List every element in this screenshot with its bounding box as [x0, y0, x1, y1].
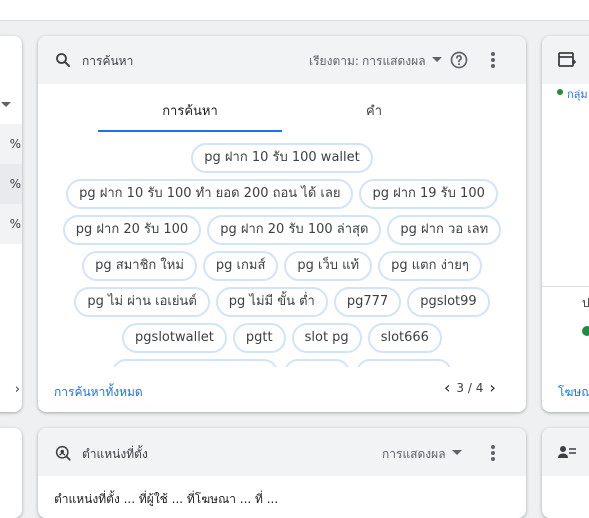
page-indicator: 3 / 4	[456, 381, 484, 395]
tab-words[interactable]: คำ	[282, 94, 466, 132]
table-row[interactable]: %	[0, 164, 22, 204]
active-tab-indicator	[98, 130, 282, 132]
locations-card: ตำแหน่งที่ตั้ง การแสดงผล ตำแหน่งที่ตั้ง …	[38, 428, 526, 518]
row-value: %	[9, 217, 21, 231]
status-dot	[582, 326, 589, 336]
card-text: ป	[582, 296, 589, 310]
location-search-icon	[55, 445, 71, 461]
chip-row: pgslotwallet pgtt slot pg slot666	[38, 323, 526, 353]
person-list-icon	[558, 446, 576, 458]
top-bar	[0, 0, 589, 21]
chevron-left-icon[interactable]: ‹	[444, 380, 450, 396]
search-term-chip[interactable]: pg ไม่ ผ่าน เอเย่นต์	[74, 287, 210, 317]
search-term-chip[interactable]	[284, 359, 350, 367]
help-icon[interactable]	[449, 50, 469, 70]
search-term-chips: pg ฝาก 10 รับ 100 wallet pg ฝาก 10 รับ 1…	[38, 143, 526, 367]
card-header: การค้นหา เรียงตาม: การแสดงผล	[38, 36, 526, 84]
search-term-chip[interactable]: pg ฝาก 10 รับ 100 wallet	[191, 143, 373, 173]
right-card: กลุ่ม ป โฆษณ	[542, 36, 589, 412]
table-row[interactable]: %	[0, 204, 22, 244]
divider	[542, 286, 589, 287]
card-header	[542, 428, 589, 476]
pagination: ‹ 3 / 4 ›	[444, 380, 496, 396]
search-term-chip[interactable]: pg ไม่มี ขั้น ต่ำ	[215, 287, 328, 317]
card-header: ตำแหน่งที่ตั้ง การแสดงผล	[38, 428, 526, 476]
more-vert-icon[interactable]	[490, 52, 496, 72]
search-term-chip[interactable]: pgslotwallet	[122, 323, 227, 353]
chip-row: pg ฝาก 10 รับ 100 ทำ ยอด 200 ถอน ได้ เลย…	[38, 179, 526, 209]
chevron-down-icon[interactable]	[432, 57, 442, 62]
chip-row: pg สมาชิก ใหม่ pg เกมส์ pg เว็บ แท้ pg แ…	[38, 251, 526, 281]
search-term-chip[interactable]: pg สมาชิก ใหม่	[82, 251, 197, 281]
all-search-terms-link[interactable]: การค้นหาทั้งหมด	[54, 383, 143, 402]
search-term-chip[interactable]	[112, 359, 278, 367]
search-term-chip[interactable]: pg ฝาก 20 รับ 100 ล่าสุด	[207, 215, 382, 245]
more-vert-icon[interactable]	[490, 445, 496, 465]
search-term-chip[interactable]: pg ฝาก 10 รับ 100 ทำ ยอด 200 ถอน ได้ เลย	[66, 179, 354, 209]
chevron-down-icon[interactable]	[452, 450, 462, 455]
sort-select[interactable]: การแสดงผล	[362, 52, 426, 71]
chevron-right-icon[interactable]: ›	[489, 380, 495, 396]
search-term-chip[interactable]: slot pg	[291, 323, 362, 353]
left-card: % % % ›	[0, 36, 22, 412]
chip-row: pg ฝาก 10 รับ 100 wallet	[38, 143, 526, 173]
ads-link[interactable]: โฆษณ	[558, 383, 589, 402]
row-value: %	[9, 177, 21, 191]
search-term-chip[interactable]: slot666	[367, 323, 442, 353]
card-header	[542, 36, 589, 84]
search-term-chip[interactable]: pgtt	[232, 323, 286, 353]
table-row[interactable]: %	[0, 124, 22, 164]
tab-search[interactable]: การค้นหา	[98, 94, 282, 132]
search-term-chip[interactable]: pg แตก ง่ายๆ	[378, 251, 482, 281]
card-title: ตำแหน่งที่ตั้ง	[82, 447, 148, 461]
group-label[interactable]: กลุ่ม	[567, 85, 588, 103]
bottom-right-card	[542, 428, 589, 518]
tab-label: คำ	[366, 104, 382, 119]
chevron-right-icon[interactable]: ›	[15, 382, 20, 397]
search-term-chip[interactable]: pg777	[333, 287, 402, 317]
bottom-left-card	[0, 428, 22, 518]
search-term-chip[interactable]	[356, 359, 452, 367]
chevron-down-icon[interactable]	[1, 102, 11, 107]
sort-label: เรียงตาม:	[309, 54, 359, 68]
search-term-chip[interactable]: pg เว็บ แท้	[284, 251, 373, 281]
search-term-chip[interactable]: pgslot99	[407, 287, 490, 317]
search-term-chip[interactable]: pg เกมส์	[202, 251, 279, 281]
search-term-chip[interactable]: pg ฝาก วอ เลท	[387, 215, 502, 245]
row-value: %	[9, 137, 21, 151]
search-term-chip[interactable]: pg ฝาก 19 รับ 100	[359, 179, 498, 209]
chip-row-partial	[38, 359, 526, 367]
display-select[interactable]: การแสดงผล	[382, 445, 446, 464]
search-terms-card: การค้นหา เรียงตาม: การแสดงผล การค้นหา คำ…	[38, 36, 526, 412]
search-term-chip[interactable]: pg ฝาก 20 รับ 100	[62, 215, 202, 245]
add-window-icon	[558, 52, 576, 67]
status-dot	[557, 89, 563, 95]
chip-row: pg ฝาก 20 รับ 100 pg ฝาก 20 รับ 100 ล่าส…	[38, 215, 526, 245]
search-icon	[56, 53, 70, 67]
tab-label: การค้นหา	[162, 104, 218, 119]
chip-row: pg ไม่ ผ่าน เอเย่นต์ pg ไม่มี ขั้น ต่ำ p…	[38, 287, 526, 317]
card-title: การค้นหา	[82, 54, 134, 68]
